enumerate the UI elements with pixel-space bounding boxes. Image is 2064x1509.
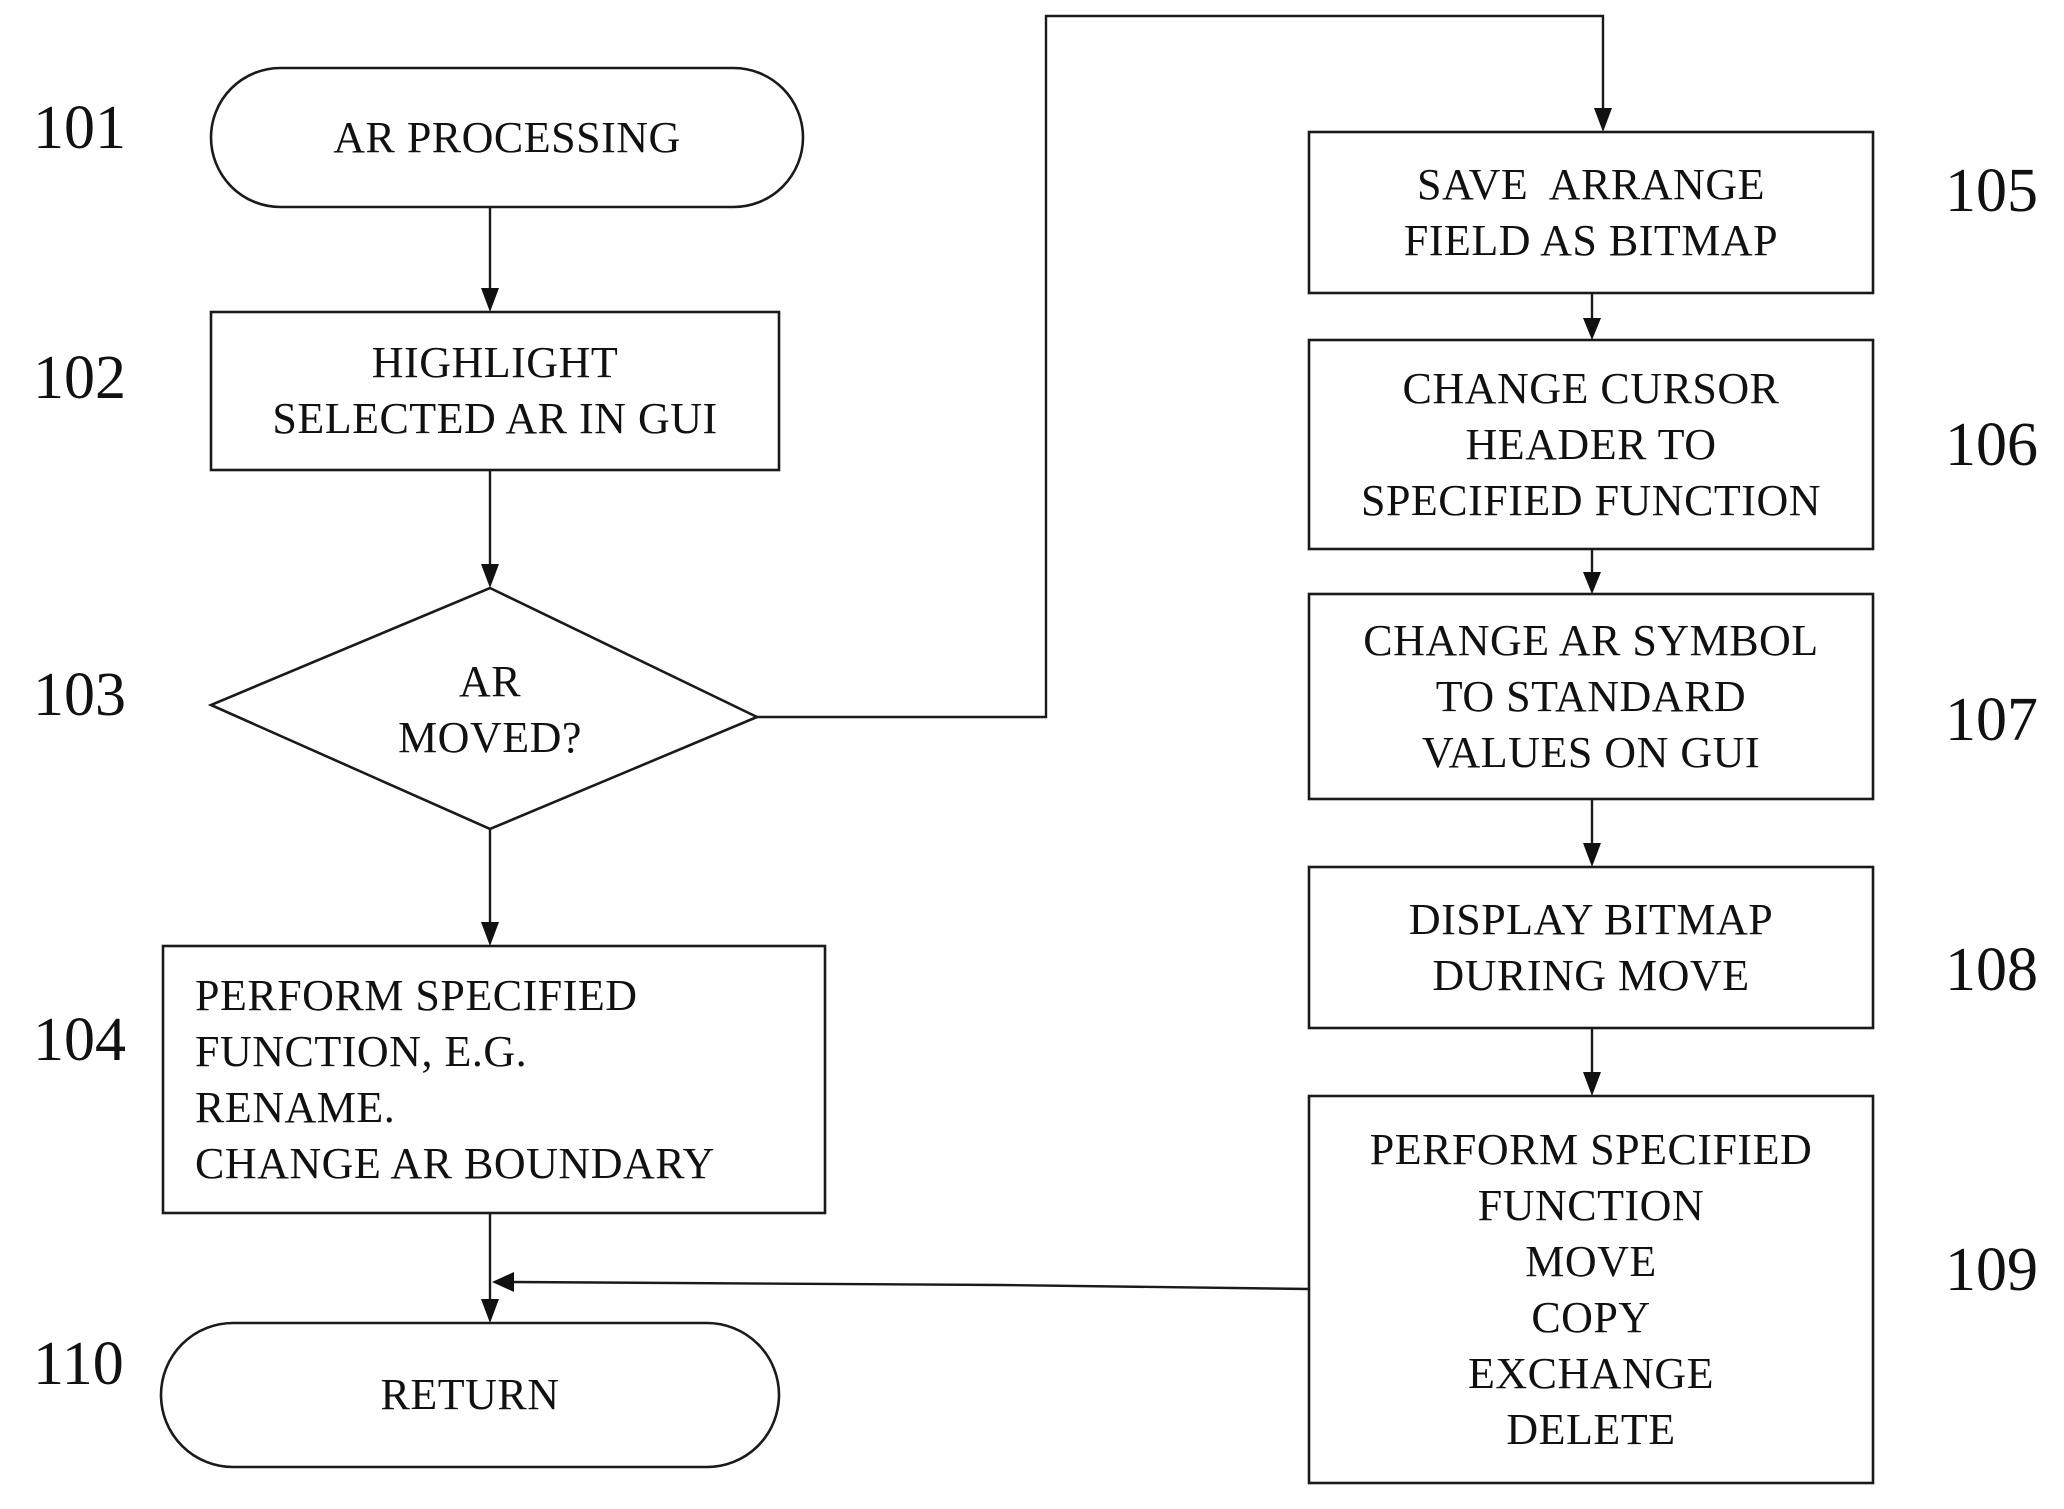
node-107-text: CHANGE AR SYMBOL TO STANDARD VALUES ON G… (1309, 594, 1873, 799)
ref-label-102: 102 (33, 344, 126, 412)
arrowhead-101-102 (481, 288, 499, 312)
node-104-line: FUNCTION, E.G. (195, 1026, 528, 1076)
arrowhead-103-105 (1594, 108, 1612, 132)
ref-label-101: 101 (33, 94, 126, 162)
node-106-line: CHANGE CURSOR (1402, 363, 1780, 413)
arrowhead-109-110 (492, 1272, 514, 1292)
arrowhead-107-108 (1583, 843, 1601, 867)
node-109-text: PERFORM SPECIFIED FUNCTION MOVE COPY EXC… (1309, 1096, 1873, 1483)
ref-label-110: 110 (33, 1330, 124, 1398)
node-106-line: SPECIFIED FUNCTION (1360, 475, 1822, 525)
node-109-line: FUNCTION (1477, 1180, 1705, 1230)
node-103-line: MOVED? (398, 713, 582, 762)
node-109-line: MOVE (1525, 1236, 1657, 1286)
node-106-text: CHANGE CURSOR HEADER TO SPECIFIED FUNCTI… (1309, 340, 1873, 549)
node-103-line: AR (458, 657, 522, 706)
ref-label-104: 104 (33, 1006, 126, 1074)
ref-label-106: 106 (1945, 411, 2038, 479)
node-101-text: AR PROCESSING (211, 68, 803, 207)
node-107-line: VALUES ON GUI (1421, 727, 1761, 777)
node-110-text: RETURN (161, 1323, 779, 1467)
node-109-line: EXCHANGE (1468, 1348, 1714, 1398)
node-105-text: SAVE ARRANGE FIELD AS BITMAP (1309, 132, 1873, 293)
node-108-text: DISPLAY BITMAP DURING MOVE (1309, 867, 1873, 1028)
ref-label-108: 108 (1945, 936, 2038, 1004)
edge-109-110 (511, 1280, 1310, 1291)
ref-label-105: 105 (1945, 157, 2038, 225)
node-105-line: SAVE ARRANGE (1417, 159, 1765, 209)
node-109-line: DELETE (1506, 1404, 1676, 1454)
node-104-line: PERFORM SPECIFIED (195, 970, 638, 1020)
node-102-text: HIGHLIGHT SELECTED AR IN GUI (211, 312, 779, 470)
arrowhead-103-104 (481, 922, 499, 946)
arrowhead-104-110 (481, 1299, 499, 1323)
ref-label-109: 109 (1945, 1236, 2038, 1304)
node-104-line: CHANGE AR BOUNDARY (195, 1138, 715, 1188)
arrowhead-102-103 (481, 564, 499, 588)
node-107-line: CHANGE AR SYMBOL (1363, 615, 1819, 665)
node-108-line: DURING MOVE (1432, 950, 1750, 1000)
node-105-line: FIELD AS BITMAP (1403, 215, 1779, 265)
node-109-line: PERFORM SPECIFIED (1369, 1124, 1813, 1174)
node-101-line: AR PROCESSING (333, 112, 681, 162)
node-104-line: RENAME. (195, 1082, 396, 1132)
node-104-text: PERFORM SPECIFIED FUNCTION, E.G. RENAME.… (195, 946, 815, 1213)
arrowhead-108-109 (1583, 1072, 1601, 1096)
ref-label-103: 103 (33, 661, 126, 729)
node-103-text: AR MOVED? (380, 650, 600, 770)
node-110-line: RETURN (380, 1370, 560, 1419)
node-108-line: DISPLAY BITMAP (1408, 894, 1774, 944)
node-102-line: HIGHLIGHT (371, 338, 619, 387)
arrowhead-106-107 (1583, 572, 1601, 594)
ref-label-107: 107 (1945, 686, 2038, 754)
node-102-line: SELECTED AR IN GUI (272, 394, 718, 443)
node-109-line: COPY (1531, 1292, 1651, 1342)
node-106-line: HEADER TO (1465, 419, 1717, 469)
node-107-line: TO STANDARD (1435, 671, 1747, 721)
arrowhead-105-106 (1583, 318, 1601, 340)
